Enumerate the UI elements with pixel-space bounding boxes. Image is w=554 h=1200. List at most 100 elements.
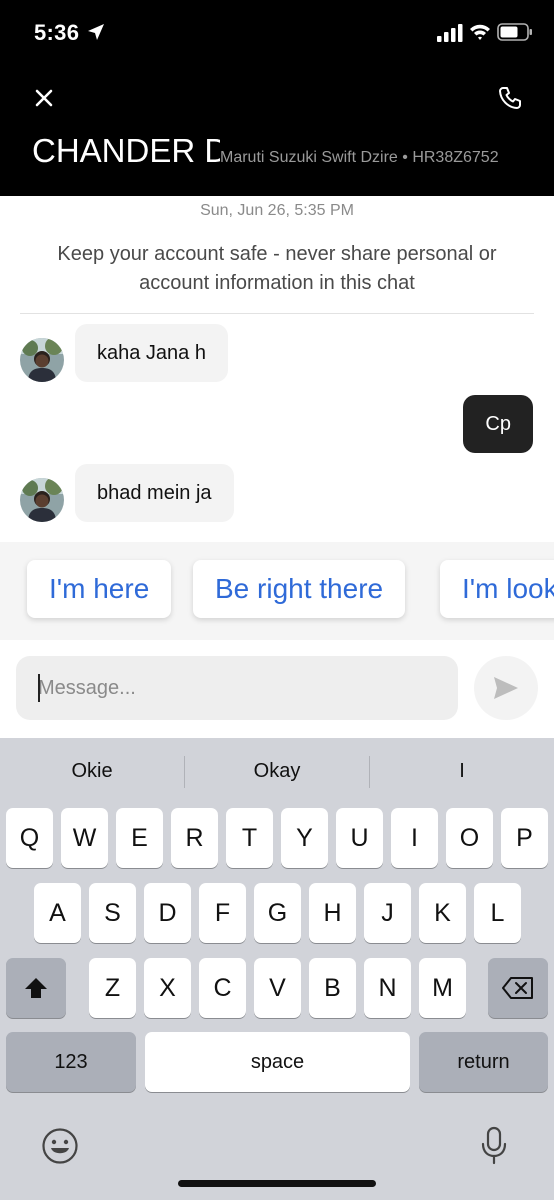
send-icon bbox=[494, 677, 518, 699]
key-m[interactable]: M bbox=[419, 958, 466, 1018]
key-label: V bbox=[269, 974, 286, 1002]
driver-avatar bbox=[20, 338, 64, 382]
text-cursor bbox=[38, 674, 40, 702]
quick-reply-im-looking[interactable]: I'm looking bbox=[440, 560, 554, 618]
close-button[interactable] bbox=[30, 84, 58, 112]
key-z[interactable]: Z bbox=[89, 958, 136, 1018]
quick-reply-im-here[interactable]: I'm here bbox=[27, 560, 172, 618]
key-label: A bbox=[49, 899, 66, 927]
wifi-icon bbox=[470, 24, 490, 40]
key-label: L bbox=[490, 899, 505, 927]
key-y[interactable]: Y bbox=[281, 808, 328, 868]
key-e[interactable]: E bbox=[116, 808, 163, 868]
key-label: G bbox=[267, 899, 288, 927]
key-n[interactable]: N bbox=[364, 958, 411, 1018]
key-label: N bbox=[378, 974, 397, 1002]
key-label: E bbox=[131, 824, 148, 852]
key-p[interactable]: P bbox=[501, 808, 548, 868]
shift-icon bbox=[25, 978, 47, 998]
divider bbox=[20, 313, 534, 314]
key-label: X bbox=[159, 974, 176, 1002]
key-x[interactable]: X bbox=[144, 958, 191, 1018]
key-v[interactable]: V bbox=[254, 958, 301, 1018]
key-label: K bbox=[434, 899, 451, 927]
incoming-message: bhad mein ja bbox=[75, 464, 234, 522]
dictation-button[interactable] bbox=[474, 1126, 514, 1166]
driver-avatar bbox=[20, 478, 64, 522]
vehicle-details: Maruti Suzuki Swift Dzire • HR38Z6752 bbox=[220, 149, 499, 166]
key-s[interactable]: S bbox=[89, 883, 136, 943]
key-w[interactable]: W bbox=[61, 808, 108, 868]
key-g[interactable]: G bbox=[254, 883, 301, 943]
key-label: H bbox=[323, 899, 342, 927]
chat-thread[interactable]: Sun, Jun 26, 5:35 PM Keep your account s… bbox=[0, 196, 554, 542]
home-indicator bbox=[178, 1180, 376, 1187]
key-d[interactable]: D bbox=[144, 883, 191, 943]
outgoing-message: Cp bbox=[463, 395, 533, 453]
driver-info: CHANDER DAS Maruti Suzuki Swift Dzire • … bbox=[32, 132, 532, 176]
close-icon bbox=[35, 89, 53, 107]
key-label: M bbox=[432, 974, 453, 1002]
key-label: T bbox=[241, 824, 258, 852]
send-button[interactable] bbox=[474, 656, 538, 720]
cellular-signal-icon bbox=[437, 24, 463, 42]
phone-icon bbox=[499, 87, 521, 109]
numbers-key[interactable]: 123 bbox=[6, 1032, 136, 1092]
battery-icon bbox=[497, 23, 532, 41]
suggestion-2[interactable]: Okay bbox=[185, 738, 369, 804]
delete-key[interactable] bbox=[488, 958, 548, 1018]
numbers-key-label: 123 bbox=[54, 1051, 88, 1073]
key-label: Q bbox=[19, 824, 40, 852]
space-key[interactable]: space bbox=[145, 1032, 410, 1092]
key-j[interactable]: J bbox=[364, 883, 411, 943]
incoming-message: kaha Jana h bbox=[75, 324, 228, 382]
backspace-icon bbox=[502, 977, 533, 999]
key-label: Y bbox=[296, 824, 313, 852]
key-a[interactable]: A bbox=[34, 883, 81, 943]
ios-keyboard: Okie Okay I QWERTYUIOP ASDFGHJKL ZXCVBNM… bbox=[0, 738, 554, 1200]
key-f[interactable]: F bbox=[199, 883, 246, 943]
key-h[interactable]: H bbox=[309, 883, 356, 943]
microphone-icon bbox=[481, 1126, 507, 1165]
key-c[interactable]: C bbox=[199, 958, 246, 1018]
driver-name: CHANDER DAS bbox=[32, 132, 220, 169]
key-q[interactable]: Q bbox=[6, 808, 53, 868]
chat-date: Sun, Jun 26, 5:35 PM bbox=[200, 202, 354, 219]
key-k[interactable]: K bbox=[419, 883, 466, 943]
app-header: 5:36 CHANDER DAS Maru bbox=[0, 0, 554, 196]
quick-reply-be-right-there[interactable]: Be right there bbox=[193, 560, 406, 618]
space-key-label: space bbox=[250, 1051, 305, 1073]
key-i[interactable]: I bbox=[391, 808, 438, 868]
suggestion-1[interactable]: Okie bbox=[0, 738, 184, 804]
message-input[interactable] bbox=[16, 656, 458, 720]
call-button[interactable] bbox=[496, 84, 524, 112]
status-bar: 5:36 bbox=[0, 0, 554, 66]
shift-key[interactable] bbox=[6, 958, 66, 1018]
key-label: S bbox=[104, 899, 121, 927]
key-label: J bbox=[381, 899, 394, 927]
emoji-icon bbox=[42, 1128, 78, 1164]
key-t[interactable]: T bbox=[226, 808, 273, 868]
key-b[interactable]: B bbox=[309, 958, 356, 1018]
return-key-label: return bbox=[457, 1051, 510, 1073]
return-key[interactable]: return bbox=[419, 1032, 548, 1092]
key-label: W bbox=[72, 824, 97, 852]
key-label: I bbox=[411, 824, 418, 852]
key-label: D bbox=[158, 899, 177, 927]
key-label: P bbox=[516, 824, 533, 852]
emoji-button[interactable] bbox=[40, 1126, 80, 1166]
key-o[interactable]: O bbox=[446, 808, 493, 868]
key-l[interactable]: L bbox=[474, 883, 521, 943]
key-label: C bbox=[213, 974, 232, 1002]
key-u[interactable]: U bbox=[336, 808, 383, 868]
status-time: 5:36 bbox=[34, 20, 80, 45]
safety-notice: Keep your account safe - never share per… bbox=[57, 243, 497, 294]
suggestion-3[interactable]: I bbox=[370, 738, 554, 804]
quick-replies[interactable]: I'm here Be right there I'm looking bbox=[0, 542, 554, 640]
key-label: O bbox=[459, 824, 480, 852]
key-label: R bbox=[185, 824, 204, 852]
key-r[interactable]: R bbox=[171, 808, 218, 868]
key-label: B bbox=[324, 974, 341, 1002]
message-composer bbox=[0, 640, 554, 738]
key-label: U bbox=[350, 824, 369, 852]
